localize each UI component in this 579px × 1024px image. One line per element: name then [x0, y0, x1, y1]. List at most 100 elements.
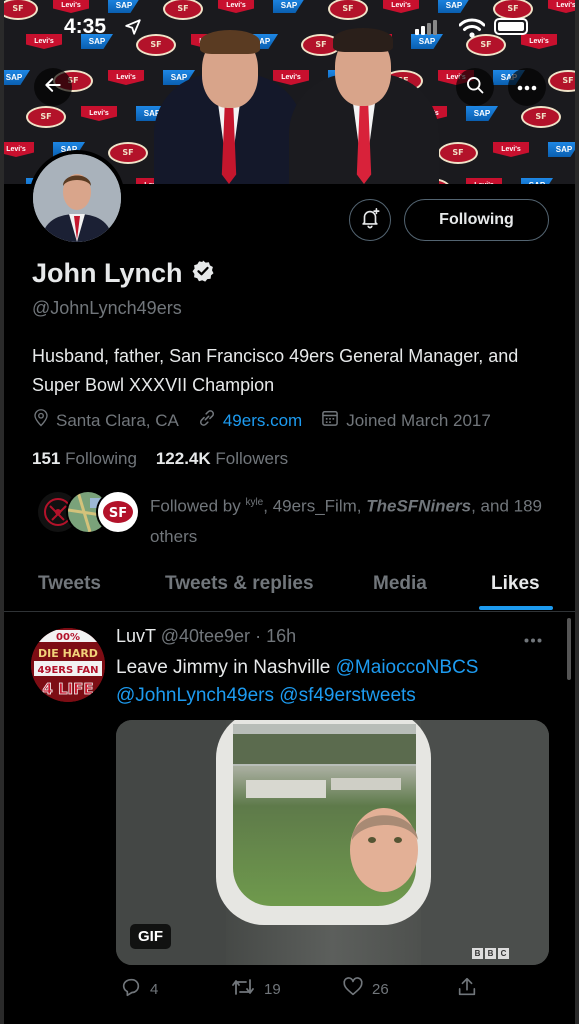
profile-name: John Lynch — [32, 258, 183, 288]
tweet-author-name[interactable]: LuvT — [116, 626, 156, 646]
mention-link[interactable]: @sf49erstweets — [279, 685, 416, 706]
status-time: 4:35 — [64, 15, 107, 38]
profile-handle: @JohnLynch49ers — [32, 298, 182, 318]
followed-by-user2: 49ers_Film — [272, 496, 357, 516]
retweet-count: 19 — [264, 980, 281, 998]
niners-logo-text: SF — [109, 506, 127, 521]
back-button[interactable] — [34, 68, 72, 106]
niners-logo: SF — [548, 70, 575, 92]
scrollbar[interactable] — [567, 618, 571, 680]
avatar-text-top: 00% — [56, 632, 80, 643]
followed-by-user3: TheSFNiners — [366, 496, 472, 516]
wifi-icon — [458, 18, 486, 43]
follow-counts: 151 Following 122.4K Followers — [32, 449, 288, 469]
tweet-time[interactable]: · 16h — [255, 626, 296, 646]
tweet-author-handle[interactable]: @40tee9er — [161, 626, 250, 646]
reply-count: 4 — [150, 980, 159, 998]
avatar-text-mid2: 49ERS FAN — [38, 665, 99, 676]
followers-count: 122.4K — [155, 449, 211, 468]
following-count: 151 — [32, 449, 61, 468]
following-button[interactable]: Following — [404, 199, 549, 241]
profile-meta: Santa Clara, CA 49ers.com Joined March 2… — [32, 408, 509, 433]
profile-tabs: Tweets Tweets & replies Media Likes — [4, 560, 575, 612]
followed-by-sep: , — [263, 496, 273, 516]
tab-media[interactable]: Media — [373, 573, 427, 595]
share-icon — [456, 976, 478, 1002]
profile-name-row: John Lynch — [32, 258, 215, 289]
followers-label: Followers — [215, 449, 289, 468]
phone-screen: SF Levi's SAP SF Levi's SAP SF Levi's SAP SF Levi'… — [4, 0, 575, 1024]
niners-logo: SF — [26, 106, 66, 128]
airplane-window-image — [116, 720, 549, 965]
retweet-icon — [230, 976, 256, 1002]
tab-tweets-replies[interactable]: Tweets & replies — [165, 573, 314, 595]
levis-logo: Levi's — [4, 142, 34, 157]
more-icon — [524, 626, 542, 648]
location-text: Santa Clara, CA — [56, 410, 179, 430]
mention-link[interactable]: @JohnLynch49ers — [116, 685, 274, 706]
followers-count-link[interactable]: 122.4K Followers — [156, 449, 288, 468]
tweet-author-avatar[interactable]: 00% DIE HARD 49ERS FAN 4 LIFE — [31, 628, 105, 702]
profile-bio: Husband, father, San Francisco 49ers Gen… — [32, 346, 519, 395]
levis-logo: Levi's — [81, 106, 117, 121]
niners-logo: SF — [438, 142, 478, 164]
link-icon — [197, 408, 217, 433]
status-bar: 4:35 — [4, 0, 575, 60]
location-item: Santa Clara, CA — [32, 408, 179, 433]
share-button[interactable] — [456, 976, 478, 1002]
reply-button[interactable]: 4 — [120, 976, 158, 1002]
more-icon — [517, 78, 537, 96]
gif-badge: GIF — [130, 924, 171, 949]
avatar-text-mid1: DIE HARD — [38, 647, 98, 660]
arrow-left-icon — [43, 75, 63, 100]
like-count: 26 — [372, 980, 389, 998]
followed-by-avatars[interactable]: SF — [36, 490, 140, 534]
tweet-text-body: Leave Jimmy in Nashville — [116, 657, 336, 678]
bbc-letter: C — [498, 948, 509, 959]
website-link[interactable]: 49ers.com — [223, 411, 302, 431]
location-pin-icon — [32, 408, 50, 433]
calendar-icon — [320, 408, 340, 433]
verified-badge-icon — [191, 259, 215, 288]
following-count-link[interactable]: 151 Following — [32, 449, 137, 468]
more-button[interactable] — [508, 68, 546, 106]
niners-logo: SF — [521, 106, 561, 128]
sap-logo: SAP — [466, 106, 498, 121]
tab-likes[interactable]: Likes — [491, 573, 540, 595]
sap-logo: SAP — [521, 178, 553, 184]
bbc-watermark: BBC — [472, 948, 509, 959]
heart-icon — [342, 976, 364, 1002]
notifications-button[interactable] — [349, 199, 391, 241]
followed-by-user1: kyle — [245, 497, 264, 508]
niners-logo: SF — [108, 142, 148, 164]
tab-tweets[interactable]: Tweets — [38, 573, 101, 595]
like-button[interactable]: 26 — [342, 976, 389, 1002]
notification-bell-icon — [359, 207, 381, 234]
mention-link[interactable]: @MaioccoNBCS — [336, 657, 479, 678]
reply-icon — [120, 976, 142, 1002]
joined-item: Joined March 2017 — [320, 408, 491, 433]
active-tab-indicator — [479, 606, 553, 610]
retweet-button[interactable]: 19 — [230, 976, 281, 1002]
sap-logo: SAP — [548, 142, 575, 157]
followed-by-prefix: Followed by — [150, 496, 246, 516]
levis-logo: Levi's — [466, 178, 502, 184]
search-button[interactable] — [456, 68, 494, 106]
followed-by-text[interactable]: Followed by kyle, 49ers_Film, TheSFNiner… — [150, 488, 560, 552]
levis-logo: Levi's — [493, 142, 529, 157]
tweet-more-button[interactable] — [524, 626, 542, 649]
avatar-text-bottom: 4 LIFE — [42, 680, 93, 698]
cellular-signal-icon — [415, 20, 437, 35]
sap-logo: SAP — [4, 70, 30, 85]
battery-icon — [494, 18, 528, 35]
tweet-text: Leave Jimmy in Nashville @MaioccoNBCS @J… — [116, 654, 556, 710]
bbc-letter: B — [472, 948, 483, 959]
following-label: Following — [65, 449, 137, 468]
levis-logo: Levi's — [108, 70, 144, 85]
follower-avatar: SF — [96, 490, 140, 534]
joined-text: Joined March 2017 — [346, 410, 491, 430]
tweet-media-gif[interactable]: GIF BBC — [116, 720, 549, 965]
profile-avatar[interactable] — [29, 150, 125, 246]
website-item[interactable]: 49ers.com — [197, 408, 302, 433]
bbc-letter: B — [485, 948, 496, 959]
